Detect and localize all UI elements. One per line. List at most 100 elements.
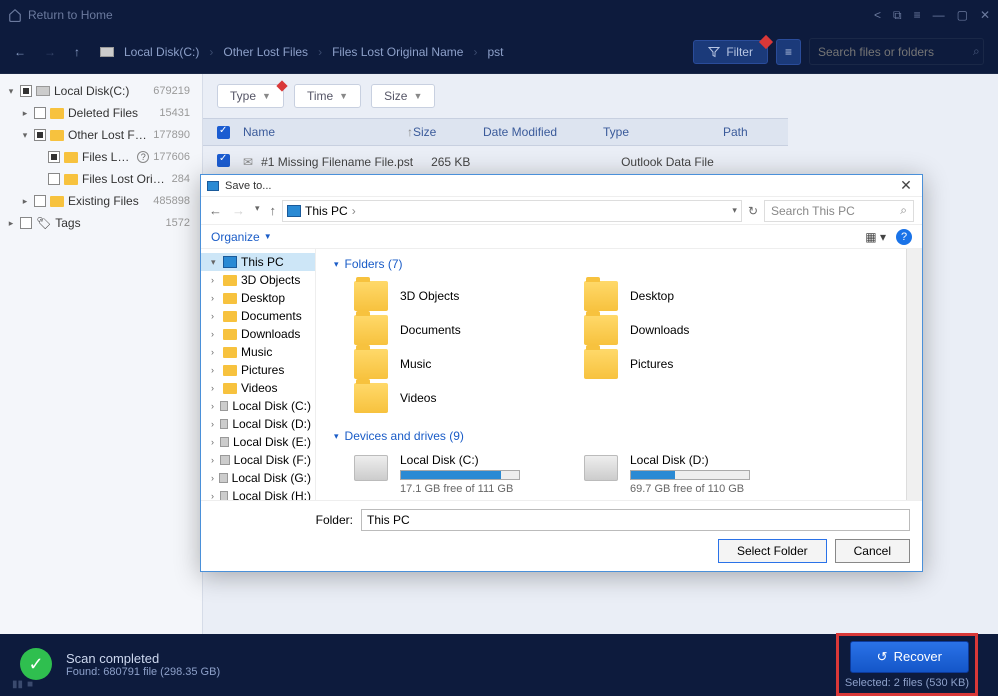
scrollbar[interactable] bbox=[906, 249, 922, 500]
return-home-button[interactable]: Return to Home bbox=[8, 8, 113, 22]
dlg-tree-item[interactable]: ›Pictures bbox=[201, 361, 315, 379]
dlg-forward-icon[interactable]: → bbox=[232, 203, 245, 218]
maximize-icon[interactable]: ▢ bbox=[957, 8, 968, 23]
dlg-tree-item[interactable]: ›3D Objects bbox=[201, 271, 315, 289]
drive-free: 69.7 GB free of 110 GB bbox=[630, 483, 750, 495]
size-filter[interactable]: Size▼ bbox=[371, 84, 435, 108]
tree-item[interactable]: Files Lost Origi...?177606 bbox=[0, 146, 202, 168]
folder-item[interactable]: Documents bbox=[354, 315, 554, 345]
menu-lines-icon[interactable]: ≡ bbox=[914, 8, 921, 23]
organize-menu[interactable]: Organize▼ bbox=[211, 230, 272, 244]
tree-arrow-icon: ▾ bbox=[211, 257, 219, 268]
dlg-tree-item[interactable]: ›Local Disk (E:) bbox=[201, 433, 315, 451]
col-size[interactable]: Size bbox=[413, 125, 483, 139]
folder-item[interactable]: Desktop bbox=[584, 281, 784, 311]
tree-item[interactable]: ▸🏷Tags1572 bbox=[0, 212, 202, 234]
tree-label: Local Disk(C:) bbox=[54, 84, 149, 98]
folders-section-header[interactable]: ▾Folders (7) bbox=[334, 253, 906, 275]
dlg-back-icon[interactable]: ← bbox=[209, 203, 222, 218]
search-bar[interactable]: ⌕ bbox=[809, 38, 984, 65]
dlg-path[interactable]: This PC › ▾ bbox=[282, 200, 742, 222]
selected-count: Selected: 2 files (530 KB) bbox=[845, 677, 969, 689]
tree-checkbox[interactable] bbox=[48, 151, 60, 163]
folder-item[interactable]: Downloads bbox=[584, 315, 784, 345]
chevron-down-icon[interactable]: ▾ bbox=[732, 205, 737, 216]
share-icon[interactable]: < bbox=[874, 8, 881, 23]
refresh-icon[interactable]: ↻ bbox=[748, 204, 758, 218]
search-input[interactable] bbox=[818, 45, 973, 59]
help-icon[interactable]: ? bbox=[137, 151, 149, 163]
folder-item[interactable]: Pictures bbox=[584, 349, 784, 379]
dlg-tree-item[interactable]: ›Local Disk (H:) bbox=[201, 487, 315, 500]
tree-item[interactable]: ▸Deleted Files15431 bbox=[0, 102, 202, 124]
dlg-tree-item[interactable]: ›Local Disk (C:) bbox=[201, 397, 315, 415]
folder-item[interactable]: Music bbox=[354, 349, 554, 379]
cancel-button[interactable]: Cancel bbox=[835, 539, 910, 563]
drive-item[interactable]: Local Disk (C:)17.1 GB free of 111 GB bbox=[354, 453, 554, 495]
crumb-1[interactable]: Other Lost Files bbox=[223, 45, 308, 59]
minimize-icon[interactable]: — bbox=[933, 8, 945, 23]
tree-item[interactable]: ▾Other Lost Files177890 bbox=[0, 124, 202, 146]
tree-checkbox[interactable] bbox=[34, 129, 46, 141]
up-arrow-icon[interactable]: ↑ bbox=[74, 45, 80, 59]
tree-toggle-icon[interactable]: ▸ bbox=[20, 196, 30, 207]
dlg-recent-icon[interactable]: ▾ bbox=[255, 203, 260, 218]
help-icon[interactable]: ? bbox=[896, 229, 912, 245]
table-header: Name↑ Size Date Modified Type Path bbox=[203, 118, 788, 146]
tree-checkbox[interactable] bbox=[20, 85, 32, 97]
tree-toggle-icon[interactable]: ▾ bbox=[6, 86, 16, 97]
tree-arrow-icon: › bbox=[211, 437, 216, 447]
close-window-icon[interactable]: ✕ bbox=[980, 8, 990, 23]
col-name[interactable]: Name↑ bbox=[243, 125, 413, 139]
tree-checkbox[interactable] bbox=[20, 217, 32, 229]
dlg-tree-item[interactable]: ›Desktop bbox=[201, 289, 315, 307]
tree-item[interactable]: Files Lost Original Dire...284 bbox=[0, 168, 202, 190]
dialog-close-button[interactable]: ✕ bbox=[896, 177, 916, 194]
dlg-tree-item[interactable]: ›Videos bbox=[201, 379, 315, 397]
tree-checkbox[interactable] bbox=[34, 195, 46, 207]
select-all-checkbox[interactable] bbox=[217, 126, 230, 139]
crumb-3[interactable]: pst bbox=[487, 45, 503, 59]
folder-input[interactable] bbox=[361, 509, 910, 531]
col-date[interactable]: Date Modified bbox=[483, 125, 603, 139]
type-filter[interactable]: Type▼ bbox=[217, 84, 284, 108]
filter-button[interactable]: Filter bbox=[693, 40, 768, 64]
folder-item[interactable]: 3D Objects bbox=[354, 281, 554, 311]
dlg-tree-item[interactable]: ›Music bbox=[201, 343, 315, 361]
crumb-2[interactable]: Files Lost Original Name bbox=[332, 45, 463, 59]
dlg-tree-item[interactable]: ›Documents bbox=[201, 307, 315, 325]
back-arrow-icon[interactable]: ← bbox=[14, 45, 26, 59]
time-filter[interactable]: Time▼ bbox=[294, 84, 361, 108]
drives-section-header[interactable]: ▾Devices and drives (9) bbox=[334, 425, 906, 447]
dlg-tree-item[interactable]: ›Local Disk (G:) bbox=[201, 469, 315, 487]
dlg-tree-item[interactable]: ▾This PC bbox=[201, 253, 315, 271]
dlg-tree-item[interactable]: ›Local Disk (D:) bbox=[201, 415, 315, 433]
drive-item[interactable]: Local Disk (D:)69.7 GB free of 110 GB bbox=[584, 453, 784, 495]
crumb-0[interactable]: Local Disk(C:) bbox=[124, 45, 199, 59]
view-options-icon[interactable]: ▦ ▾ bbox=[865, 230, 886, 244]
tree-checkbox[interactable] bbox=[34, 107, 46, 119]
forward-arrow-icon[interactable]: → bbox=[44, 45, 56, 59]
pause-icon[interactable]: ▮▮ bbox=[12, 679, 23, 690]
dialog-titlebar: Save to... ✕ bbox=[201, 175, 922, 197]
tree-checkbox[interactable] bbox=[48, 173, 60, 185]
select-folder-button[interactable]: Select Folder bbox=[718, 539, 827, 563]
dlg-search[interactable]: Search This PC ⌕ bbox=[764, 200, 914, 222]
row-checkbox[interactable] bbox=[217, 154, 230, 167]
recover-button[interactable]: ↺ Recover bbox=[850, 641, 969, 673]
col-path[interactable]: Path bbox=[723, 125, 774, 139]
stop-icon[interactable]: ■ bbox=[27, 679, 33, 690]
tree-toggle-icon[interactable]: ▸ bbox=[6, 218, 16, 229]
col-type[interactable]: Type bbox=[603, 125, 723, 139]
dlg-tree-item[interactable]: ›Local Disk (F:) bbox=[201, 451, 315, 469]
tree-item[interactable]: ▸Existing Files485898 bbox=[0, 190, 202, 212]
folder-icon bbox=[223, 329, 237, 340]
folder-item[interactable]: Videos bbox=[354, 383, 554, 413]
copy-icon[interactable]: ⧉ bbox=[893, 8, 902, 23]
tree-item[interactable]: ▾Local Disk(C:)679219 bbox=[0, 80, 202, 102]
dlg-up-icon[interactable]: ↑ bbox=[270, 203, 277, 218]
tree-toggle-icon[interactable]: ▾ bbox=[20, 130, 30, 141]
tree-toggle-icon[interactable]: ▸ bbox=[20, 108, 30, 119]
dlg-tree-item[interactable]: ›Downloads bbox=[201, 325, 315, 343]
view-menu-button[interactable]: ≡ bbox=[776, 39, 801, 65]
